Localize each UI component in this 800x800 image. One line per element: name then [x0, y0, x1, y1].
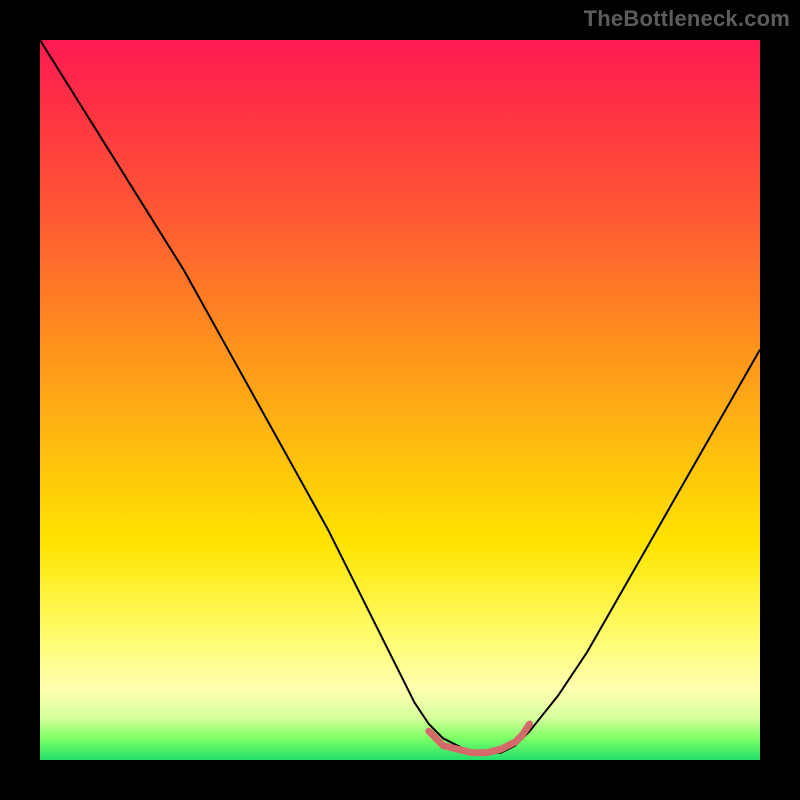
bottleneck-curve-path — [40, 40, 760, 753]
curve-svg — [40, 40, 760, 760]
chart-frame: TheBottleneck.com — [0, 0, 800, 800]
plot-area — [40, 40, 760, 760]
watermark-text: TheBottleneck.com — [584, 6, 790, 32]
